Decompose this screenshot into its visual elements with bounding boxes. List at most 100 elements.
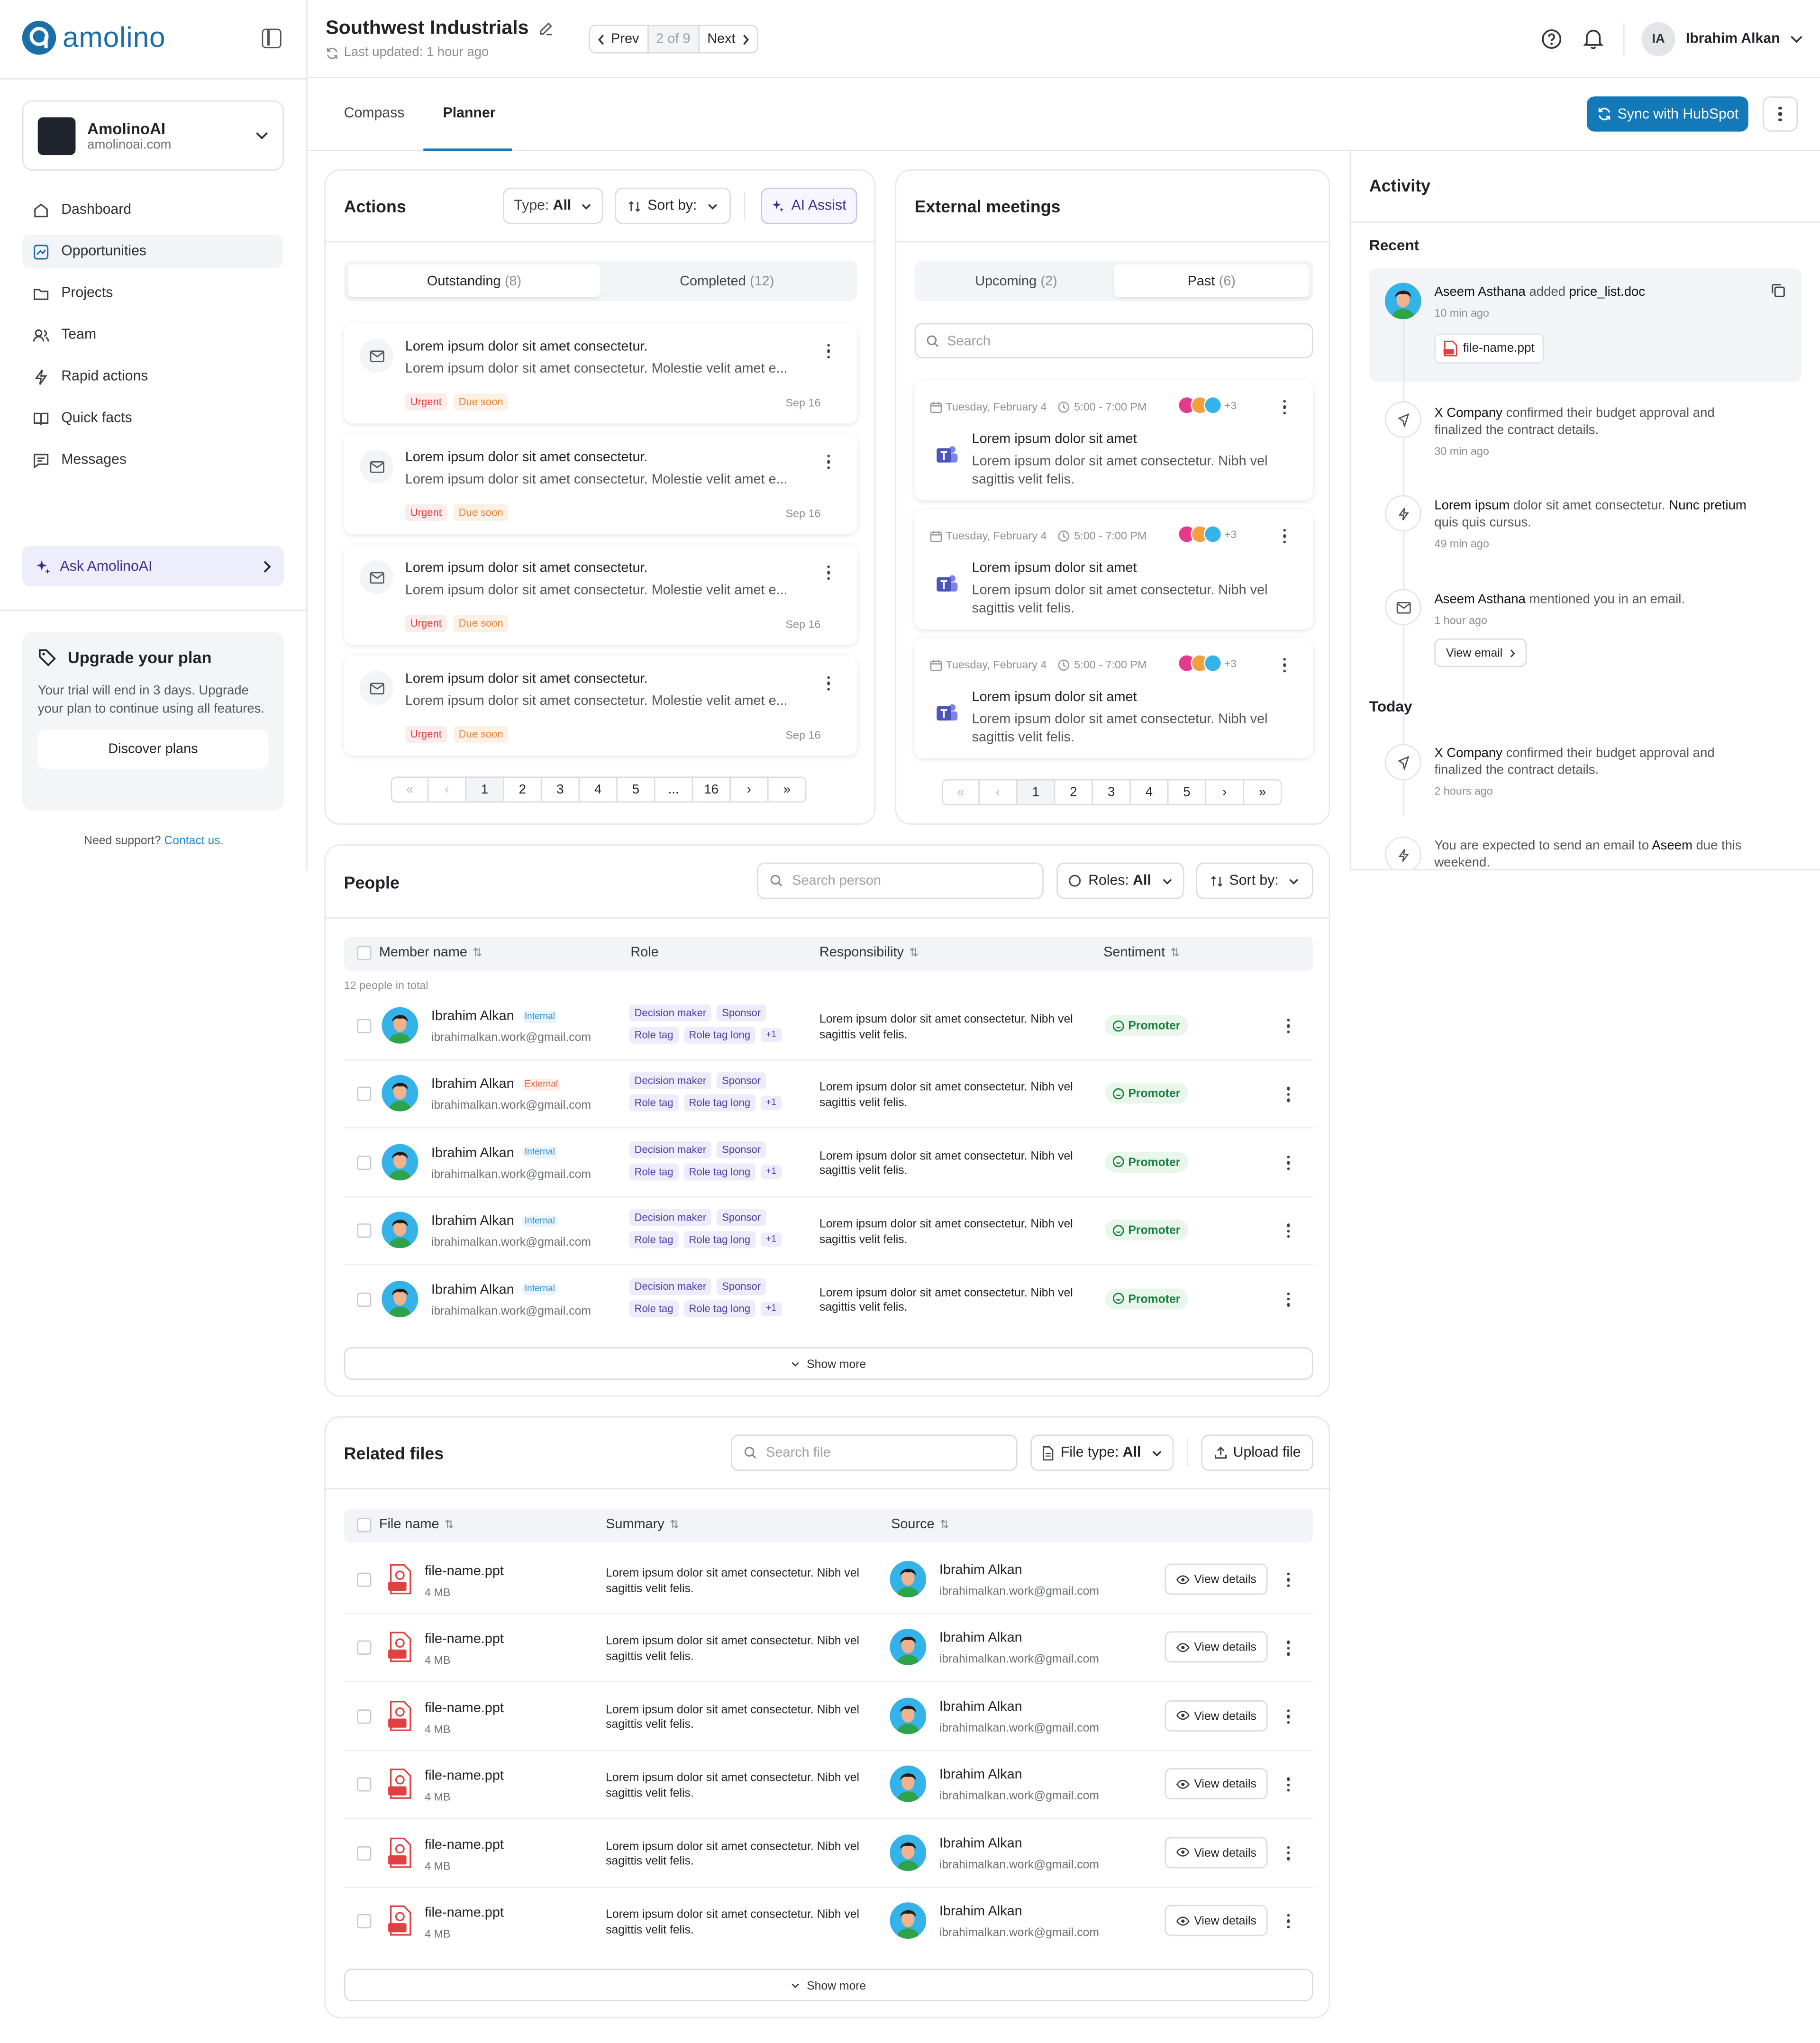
more-vertical-icon[interactable] <box>1287 1292 1291 1307</box>
more-vertical-icon[interactable] <box>827 676 830 691</box>
sidebar-item-dashboard[interactable]: Dashboard <box>22 193 283 227</box>
row-checkbox[interactable] <box>357 1572 372 1587</box>
page-button[interactable]: 5 <box>1168 779 1207 805</box>
sidebar-item-rapid-actions[interactable]: Rapid actions <box>22 360 283 393</box>
files-show-more-button[interactable]: Show more <box>344 1969 1313 2002</box>
brand-logo[interactable]: amolino <box>22 20 166 55</box>
sidebar-item-opportunities[interactable]: Opportunities <box>22 234 283 269</box>
row-checkbox[interactable] <box>357 1019 372 1033</box>
ai-assist-button[interactable]: AI Assist <box>761 187 857 224</box>
type-filter[interactable]: Type: All <box>502 187 603 224</box>
file-name[interactable]: file-name.ppt <box>425 1700 504 1715</box>
action-item[interactable]: Lorem ipsum dolor sit amet consectetur. … <box>344 323 857 424</box>
col-source[interactable]: Source ⇅ <box>891 1516 949 1532</box>
view-details-button[interactable]: View details <box>1165 1632 1268 1663</box>
page-button[interactable]: 16 <box>693 776 731 803</box>
discover-plans-button[interactable]: Discover plans <box>37 730 269 769</box>
meetings-search-input[interactable]: Search <box>914 323 1313 358</box>
meeting-item[interactable]: Tuesday, February 4 5:00 - 7:00 PM +3 Lo… <box>914 509 1313 629</box>
more-vertical-icon[interactable] <box>827 344 830 359</box>
user-menu[interactable]: IA Ibrahim Alkan <box>1641 22 1803 56</box>
more-vertical-icon[interactable] <box>1283 529 1287 544</box>
row-checkbox[interactable] <box>357 1155 372 1170</box>
page-button[interactable]: 1 <box>466 776 504 803</box>
col-summary[interactable]: Summary ⇅ <box>606 1516 679 1532</box>
file-type-filter[interactable]: File type: All <box>1030 1434 1174 1471</box>
page-button[interactable]: 2 <box>1055 779 1093 805</box>
workspace-switcher[interactable]: AmolinoAI amolinoai.com <box>22 100 284 171</box>
more-vertical-icon[interactable] <box>1283 658 1287 673</box>
more-vertical-icon[interactable] <box>1287 1223 1291 1239</box>
more-vertical-icon[interactable] <box>1283 400 1287 415</box>
prev-page-button[interactable]: ‹ <box>980 779 1018 805</box>
action-item[interactable]: Lorem ipsum dolor sit amet consectetur. … <box>344 655 857 756</box>
page-button[interactable]: 3 <box>1093 779 1131 805</box>
view-email-button[interactable]: View email <box>1434 638 1528 667</box>
more-vertical-icon[interactable] <box>1287 1777 1291 1792</box>
edit-icon[interactable] <box>538 20 554 36</box>
more-options-button[interactable] <box>1762 96 1798 132</box>
copy-icon[interactable] <box>1770 283 1786 298</box>
col-responsibility[interactable]: Responsibility ⇅ <box>819 945 919 960</box>
page-button[interactable]: 5 <box>617 776 655 803</box>
meeting-item[interactable]: Tuesday, February 4 5:00 - 7:00 PM +3 Lo… <box>914 380 1313 501</box>
view-details-button[interactable]: View details <box>1165 1836 1268 1868</box>
role-more-count[interactable]: +1 <box>761 1096 782 1111</box>
upload-file-button[interactable]: Upload file <box>1201 1434 1313 1471</box>
page-button[interactable]: 3 <box>542 776 580 803</box>
more-vertical-icon[interactable] <box>827 565 830 580</box>
row-checkbox[interactable] <box>357 1641 372 1655</box>
first-page-button[interactable]: « <box>391 776 429 803</box>
roles-filter[interactable]: Roles: All <box>1056 862 1184 899</box>
col-file-name[interactable]: File name ⇅ <box>379 1516 454 1532</box>
sidebar-item-quick-facts[interactable]: Quick facts <box>22 401 283 435</box>
search-person-input[interactable]: Search person <box>756 862 1044 899</box>
tab-outstanding[interactable]: Outstanding (8) <box>347 264 601 297</box>
view-details-button[interactable]: View details <box>1165 1563 1268 1595</box>
action-item[interactable]: Lorem ipsum dolor sit amet consectetur. … <box>344 544 857 645</box>
next-page-button[interactable]: › <box>1206 779 1245 805</box>
attached-file-chip[interactable]: file-name.ppt <box>1434 333 1544 364</box>
page-button[interactable]: 2 <box>504 776 542 803</box>
file-name[interactable]: file-name.ppt <box>425 1837 504 1852</box>
last-page-button[interactable]: » <box>1244 779 1282 805</box>
row-checkbox[interactable] <box>357 1777 372 1792</box>
page-button[interactable]: ... <box>655 776 693 803</box>
people-show-more-button[interactable]: Show more <box>344 1347 1313 1380</box>
select-all-checkbox[interactable] <box>357 946 372 960</box>
first-page-button[interactable]: « <box>942 779 980 805</box>
file-name[interactable]: file-name.ppt <box>425 1769 504 1784</box>
tab-completed[interactable]: Completed (12) <box>601 264 853 297</box>
row-checkbox[interactable] <box>357 1292 372 1306</box>
file-name[interactable]: file-name.ppt <box>425 1563 504 1579</box>
file-name[interactable]: file-name.ppt <box>425 1905 504 1921</box>
row-checkbox[interactable] <box>357 1087 372 1102</box>
more-vertical-icon[interactable] <box>1287 1019 1291 1034</box>
last-page-button[interactable]: » <box>768 776 807 803</box>
select-all-checkbox[interactable] <box>357 1518 372 1532</box>
file-name[interactable]: file-name.ppt <box>425 1632 504 1647</box>
view-details-button[interactable]: View details <box>1165 1905 1268 1936</box>
view-details-button[interactable]: View details <box>1165 1768 1268 1800</box>
role-more-count[interactable]: +1 <box>761 1301 782 1316</box>
meeting-item[interactable]: Tuesday, February 4 5:00 - 7:00 PM +3 Lo… <box>914 638 1313 758</box>
sidebar-item-team[interactable]: Team <box>22 318 283 352</box>
next-page-button[interactable]: › <box>731 776 769 803</box>
tab-planner[interactable]: Planner <box>443 106 496 121</box>
tab-compass[interactable]: Compass <box>344 106 405 121</box>
more-vertical-icon[interactable] <box>827 455 830 470</box>
more-vertical-icon[interactable] <box>1287 1087 1291 1102</box>
ask-amolino-button[interactable]: Ask AmolinoAI <box>22 546 284 586</box>
tab-upcoming[interactable]: Upcoming (2) <box>919 264 1114 297</box>
sidebar-item-messages[interactable]: Messages <box>22 443 283 477</box>
page-button[interactable]: 4 <box>1130 779 1169 805</box>
search-file-input[interactable]: Search file <box>731 1434 1018 1471</box>
page-button[interactable]: 4 <box>580 776 618 803</box>
page-button[interactable]: 1 <box>1017 779 1056 805</box>
next-button[interactable]: Next <box>700 26 758 52</box>
row-checkbox[interactable] <box>357 1709 372 1724</box>
more-vertical-icon[interactable] <box>1287 1572 1291 1587</box>
collapse-sidebar-icon[interactable] <box>262 28 282 48</box>
more-vertical-icon[interactable] <box>1287 1709 1291 1724</box>
prev-button[interactable]: Prev <box>590 26 647 52</box>
